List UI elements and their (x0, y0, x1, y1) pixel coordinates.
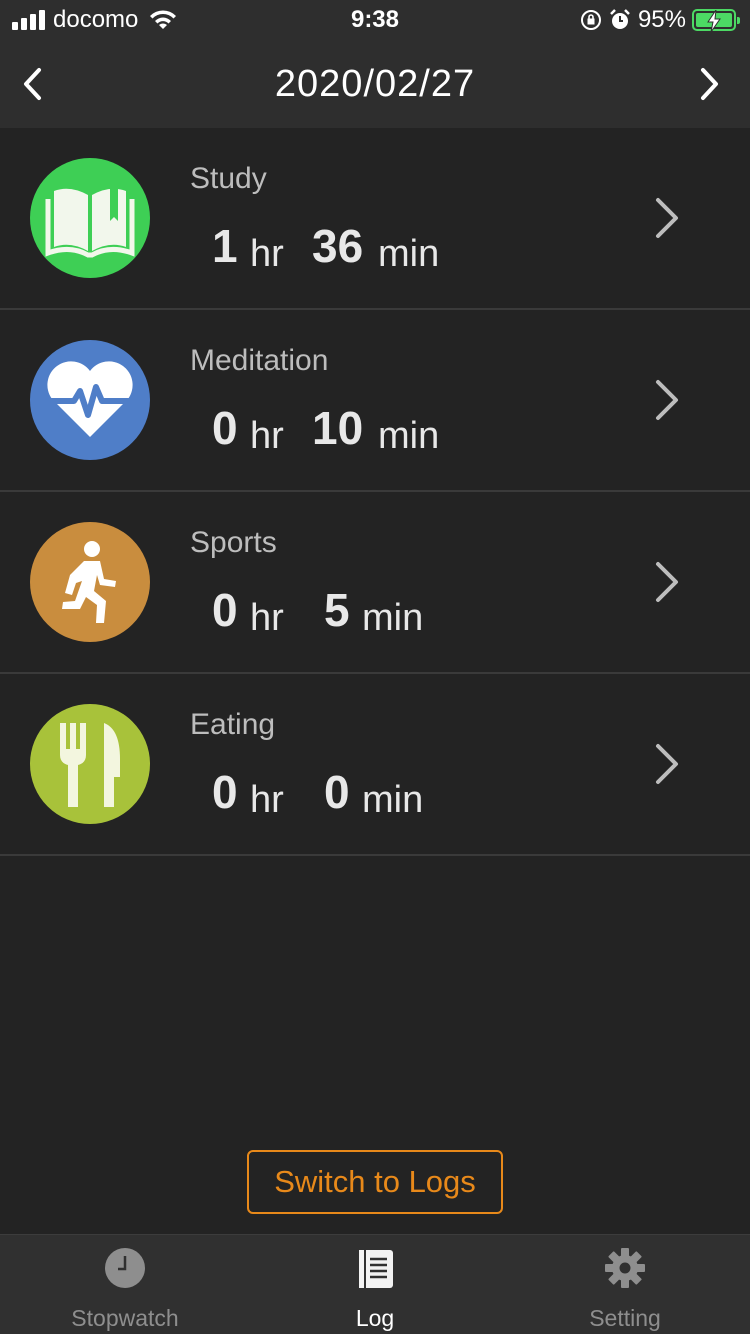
tab-stopwatch[interactable]: Stopwatch (0, 1235, 250, 1334)
date-nav-bar: 2020/02/27 (0, 40, 750, 128)
hours-value: 0 (212, 766, 238, 818)
minutes-unit: min (378, 233, 440, 275)
activity-list: Study 1 hr 36 min Meditation 0 hr 10 min… (0, 128, 750, 856)
activity-name: Meditation (190, 344, 329, 377)
hours-value: 0 (212, 402, 238, 454)
battery-icon (692, 9, 740, 32)
hours-value: 0 (212, 584, 238, 636)
date-title: 2020/02/27 (274, 63, 476, 105)
minutes-unit: min (378, 415, 440, 457)
minutes-value: 0 (324, 766, 350, 818)
minutes-unit: min (362, 597, 424, 639)
alarm-icon (610, 9, 630, 29)
status-right: 95% (580, 6, 740, 34)
tab-bar: Stopwatch Log Setting (0, 1234, 750, 1334)
tab-log[interactable]: Log (250, 1235, 500, 1334)
activity-row-sports[interactable]: Sports 0 hr 5 min (0, 492, 750, 674)
hours-unit: hr (250, 415, 284, 457)
clock-icon (105, 1248, 145, 1288)
activity-row-study[interactable]: Study 1 hr 36 min (0, 128, 750, 310)
activity-name: Sports (190, 526, 277, 559)
book-icon (30, 158, 150, 278)
hours-unit: hr (250, 233, 284, 275)
hours-value: 1 (212, 220, 238, 272)
minutes-value: 10 (312, 402, 364, 454)
next-day-button[interactable] (688, 64, 728, 104)
activity-row-eating[interactable]: Eating 0 hr 0 min (0, 674, 750, 856)
activity-row-meditation[interactable]: Meditation 0 hr 10 min (0, 310, 750, 492)
chevron-right-icon (656, 744, 678, 784)
status-bar: docomo 9:38 95% (0, 0, 750, 40)
chevron-right-icon (656, 380, 678, 420)
chevron-right-icon (656, 198, 678, 238)
tab-setting[interactable]: Setting (500, 1235, 750, 1334)
minutes-unit: min (362, 779, 424, 821)
running-icon (30, 522, 150, 642)
chevron-right-icon (656, 562, 678, 602)
fork-knife-icon (30, 704, 150, 824)
activity-name: Study (190, 162, 267, 195)
hours-unit: hr (250, 779, 284, 821)
orientation-lock-icon (580, 10, 601, 30)
hours-unit: hr (250, 597, 284, 639)
switch-to-logs-button[interactable]: Switch to Logs (247, 1150, 503, 1214)
tab-label: Setting (589, 1305, 661, 1331)
screen: docomo 9:38 95% 2020/02/27 Study 1 hr 36… (0, 0, 750, 1334)
heartbeat-icon (30, 340, 150, 460)
document-icon (359, 1250, 393, 1288)
activity-name: Eating (190, 708, 276, 741)
gear-icon (605, 1248, 645, 1288)
battery-percent: 95% (637, 6, 686, 33)
tab-label: Log (355, 1305, 395, 1331)
tab-label: Stopwatch (71, 1305, 179, 1331)
minutes-value: 36 (312, 220, 364, 272)
minutes-value: 5 (324, 584, 350, 636)
